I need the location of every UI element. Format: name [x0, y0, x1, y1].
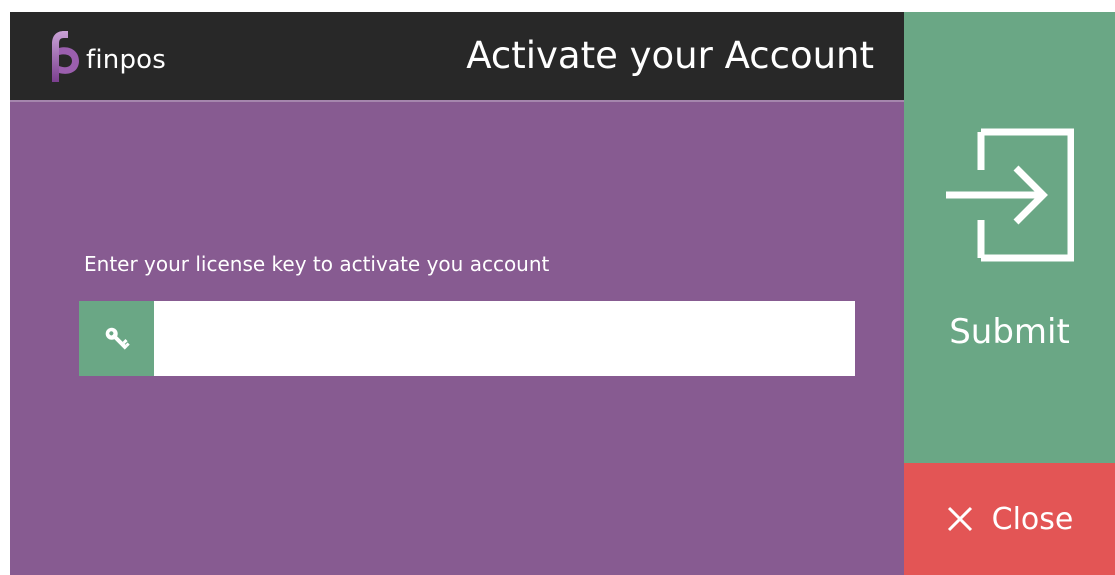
submit-label: Submit [949, 312, 1070, 352]
page-title: Activate your Account [466, 34, 874, 77]
submit-button[interactable]: Submit [904, 12, 1115, 463]
sign-in-arrow-icon [946, 128, 1074, 262]
close-button[interactable]: Close [904, 463, 1115, 575]
brand-name: finpos [86, 45, 167, 75]
key-icon-box [79, 301, 154, 376]
close-icon [947, 506, 972, 532]
activation-dialog: finpos Activate your Account Enter your … [10, 12, 1115, 575]
license-key-input[interactable] [154, 301, 855, 376]
header-bar: finpos Activate your Account [10, 12, 904, 102]
license-key-field [79, 301, 855, 376]
close-label: Close [991, 501, 1074, 537]
finpos-logo-icon [52, 31, 79, 82]
action-panel: Submit Close [904, 12, 1115, 575]
key-icon [105, 327, 130, 350]
license-prompt-label: Enter your license key to activate you a… [84, 252, 550, 276]
main-panel: finpos Activate your Account Enter your … [10, 12, 904, 575]
brand-logo: finpos [38, 26, 166, 86]
